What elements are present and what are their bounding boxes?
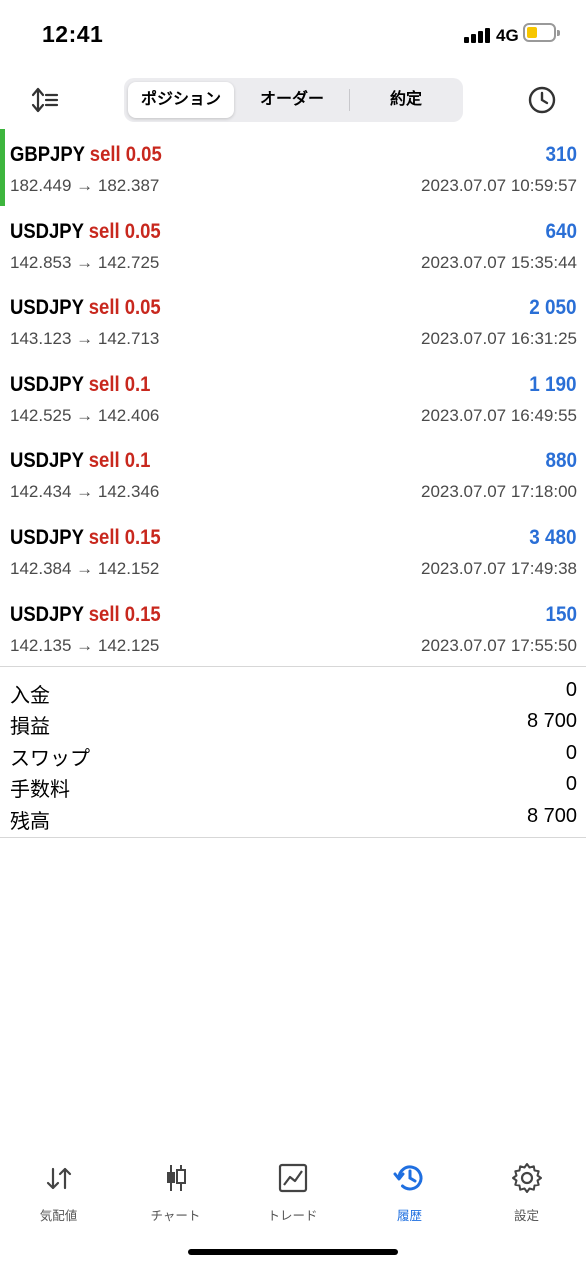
trade-symbol: USDJPY xyxy=(10,219,84,243)
summary-value: 8 700 xyxy=(526,804,577,827)
trade-symbol: USDJPY xyxy=(10,449,84,473)
trade-symbol: USDJPY xyxy=(10,602,84,626)
trade-date: 2023.07.07 17:55:50 xyxy=(421,635,577,655)
trade-symbol-line: USDJPY sell 0.05 xyxy=(10,296,161,320)
trade-profit: 310 xyxy=(545,143,577,166)
trade-date: 2023.07.07 17:18:00 xyxy=(421,482,577,502)
trade-side: sell 0.1 xyxy=(88,372,151,396)
trade-row[interactable]: USDJPY sell 0.15 150 142.135 → 142.125 2023… xyxy=(0,589,586,666)
nav-quotes-label: 気配値 xyxy=(39,1209,78,1223)
trade-symbol-line: USDJPY sell 0.05 xyxy=(10,220,161,244)
trade-prices: 142.434 → 142.346 xyxy=(10,482,160,502)
trade-profit: 2 050 xyxy=(529,296,577,320)
nav-chart-label: チャート xyxy=(150,1209,201,1223)
trade-date: 2023.07.07 15:35:44 xyxy=(421,252,577,272)
trade-prices: 182.449 → 182.387 xyxy=(10,176,160,195)
trade-profit: 150 xyxy=(545,602,577,626)
trade-profit: 1 190 xyxy=(529,372,577,396)
nav-settings[interactable]: 設定 xyxy=(468,1155,585,1224)
trade-row[interactable]: USDJPY sell 0.15 3 480 142.384 → 142.152 20… xyxy=(0,512,586,589)
trade-prices: 142.135 → 142.125 xyxy=(10,635,160,655)
status-bar: 12:41 4G xyxy=(0,0,586,70)
bottom-tab-bar: 気配値 チャート トレード 履歴 設定 xyxy=(0,1155,586,1225)
summary-value: 8 700 xyxy=(526,710,577,733)
trade-row[interactable]: GBPJPY sell 0.05 310 182.449 → 182.387 2023… xyxy=(0,129,586,206)
summary-row: スワップ 0 xyxy=(0,739,586,770)
summary-label: 入金 xyxy=(10,685,50,707)
tab-positions[interactable]: ポジション xyxy=(128,82,234,118)
trade-symbol-line: USDJPY sell 0.15 xyxy=(10,526,161,550)
trade-profit: 640 xyxy=(545,219,577,243)
candlestick-icon xyxy=(166,1165,186,1191)
trade-symbol: GBPJPY xyxy=(10,143,85,166)
trade-prices: 142.853 → 142.725 xyxy=(10,252,160,272)
trade-symbol-line: GBPJPY sell 0.05 xyxy=(10,143,162,167)
trade-symbol: USDJPY xyxy=(10,296,84,320)
nav-history-label: 履歴 xyxy=(396,1209,422,1223)
network-type: 4G xyxy=(496,26,519,45)
trade-symbol: USDJPY xyxy=(10,525,84,549)
trade-chart-icon xyxy=(278,1163,307,1193)
summary-value: 0 xyxy=(565,741,577,764)
nav-settings-label: 設定 xyxy=(513,1209,539,1223)
trade-date: 2023.07.07 16:49:55 xyxy=(421,405,577,425)
summary-row: 残高 8 700 xyxy=(0,802,586,833)
trade-list: GBPJPY sell 0.05 310 182.449 → 182.387 2023… xyxy=(0,129,586,665)
summary-value: 0 xyxy=(565,679,577,701)
battery-icon xyxy=(523,23,560,42)
trade-side: sell 0.15 xyxy=(88,602,161,626)
summary-label: スワップ xyxy=(10,747,90,770)
nav-quotes[interactable]: 気配値 xyxy=(0,1155,117,1224)
selected-indicator xyxy=(0,129,5,206)
trade-date: 2023.07.07 10:59:57 xyxy=(421,176,577,195)
summary-row: 手数料 0 xyxy=(0,770,586,801)
trade-side: sell 0.15 xyxy=(88,525,161,549)
trade-symbol: USDJPY xyxy=(10,372,84,396)
sort-icon[interactable] xyxy=(30,86,60,114)
list-divider xyxy=(0,666,586,667)
trade-row[interactable]: USDJPY sell 0.05 640 142.853 → 142.725 2023… xyxy=(0,206,586,283)
trade-profit: 880 xyxy=(545,449,577,473)
nav-trade[interactable]: トレード xyxy=(234,1155,351,1224)
summary-row: 入金 0 xyxy=(0,676,586,707)
nav-chart[interactable]: チャート xyxy=(117,1155,234,1224)
trade-symbol-line: USDJPY sell 0.1 xyxy=(10,373,150,397)
trade-prices: 142.525 → 142.406 xyxy=(10,405,160,425)
trade-side: sell 0.1 xyxy=(88,449,151,473)
trade-profit: 3 480 xyxy=(529,525,577,549)
trade-date: 2023.07.07 17:49:38 xyxy=(421,558,577,578)
summary-label: 手数料 xyxy=(10,779,70,802)
signal-icon xyxy=(464,27,492,43)
summary-row: 損益 8 700 xyxy=(0,707,586,738)
trade-date: 2023.07.07 16:31:25 xyxy=(421,329,577,349)
quotes-icon xyxy=(46,1167,71,1190)
trade-prices: 142.384 → 142.152 xyxy=(10,558,160,578)
nav-trade-label: トレード xyxy=(267,1209,318,1223)
summary-label: 残高 xyxy=(10,810,50,833)
trade-row[interactable]: USDJPY sell 0.1 880 142.434 → 142.346 2023.… xyxy=(0,435,586,512)
summary: 入金 0 損益 8 700 スワップ 0 手数料 0 残高 8 700 xyxy=(0,676,586,833)
trade-symbol-line: USDJPY sell 0.15 xyxy=(10,603,161,627)
trade-row[interactable]: USDJPY sell 0.1 1 190 142.525 → 142.406 202… xyxy=(0,359,586,436)
summary-label: 損益 xyxy=(10,716,50,739)
trade-prices: 143.123 → 142.713 xyxy=(10,329,160,349)
segment-divider xyxy=(349,89,350,111)
tab-deals[interactable]: 約定 xyxy=(353,82,459,118)
clock-icon[interactable] xyxy=(526,84,558,116)
status-time: 12:41 xyxy=(42,21,104,47)
settings-gear-icon xyxy=(511,1163,542,1193)
trade-side: sell 0.05 xyxy=(88,219,161,243)
trade-symbol-line: USDJPY sell 0.1 xyxy=(10,449,150,473)
home-indicator xyxy=(188,1249,398,1255)
trade-side: sell 0.05 xyxy=(89,143,162,166)
summary-value: 0 xyxy=(565,773,577,796)
toolbar: ポジション オーダー 約定 xyxy=(0,76,586,124)
history-icon xyxy=(393,1165,422,1191)
trade-side: sell 0.05 xyxy=(88,296,161,320)
trade-row[interactable]: USDJPY sell 0.05 2 050 143.123 → 142.713 20… xyxy=(0,282,586,359)
segmented-control: ポジション オーダー 約定 xyxy=(124,78,463,122)
tab-orders[interactable]: オーダー xyxy=(238,82,346,118)
nav-history[interactable]: 履歴 xyxy=(351,1155,468,1224)
summary-divider xyxy=(0,837,586,838)
